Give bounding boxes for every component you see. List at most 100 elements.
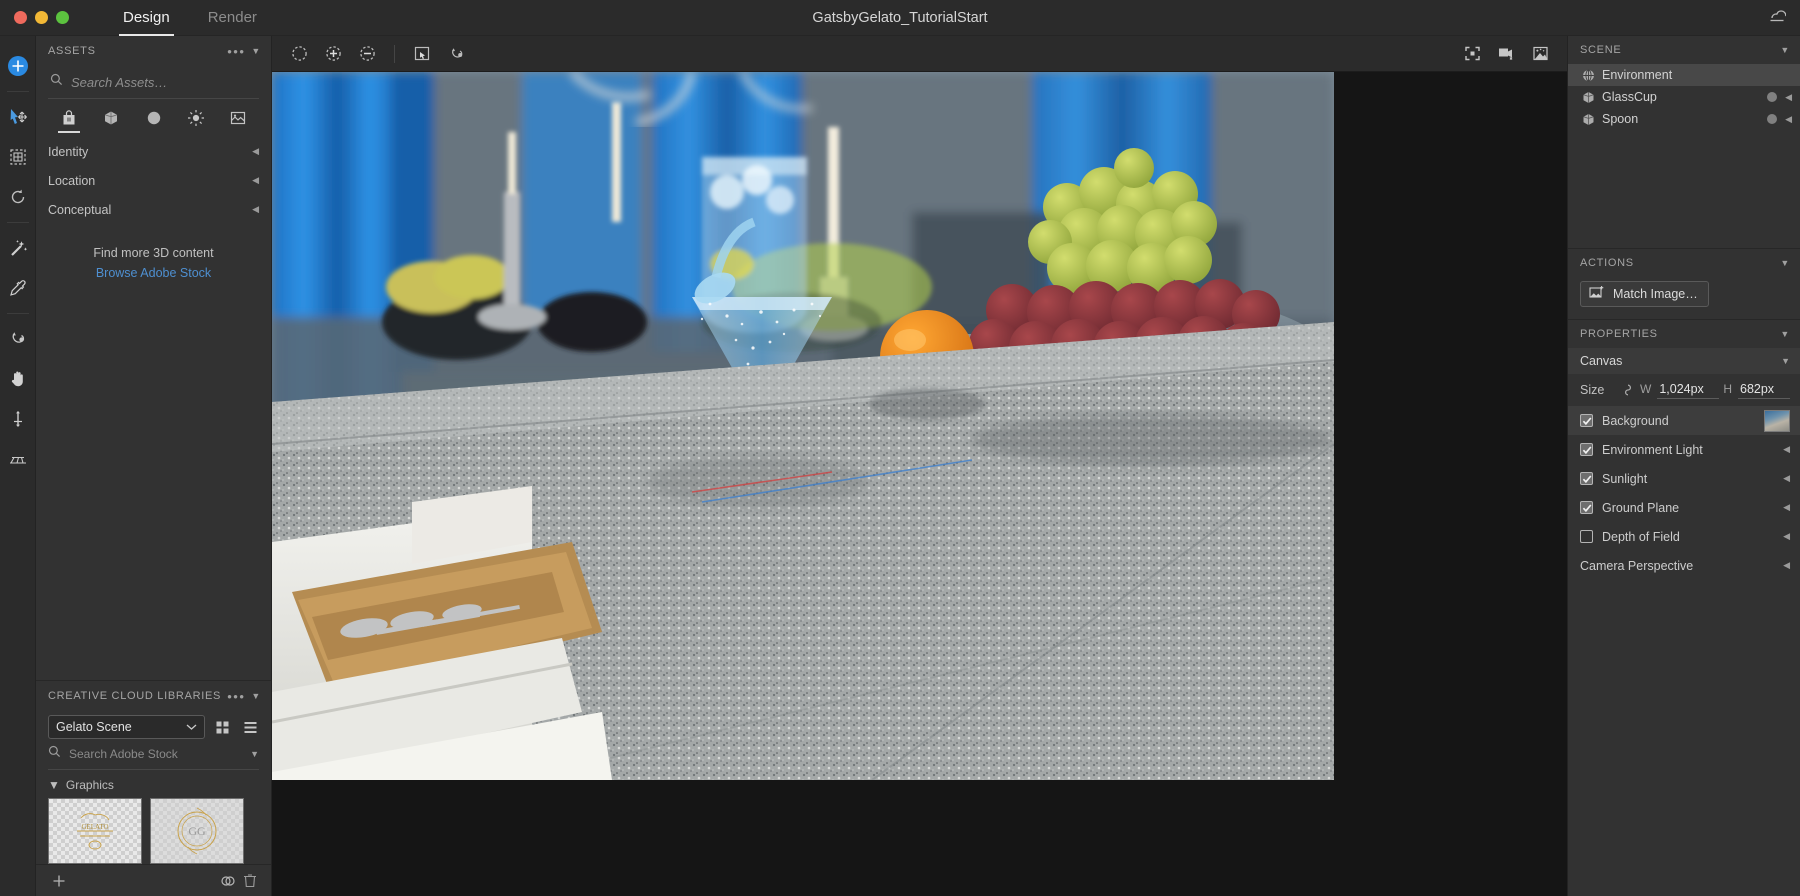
graphic-thumb-2[interactable]: GG xyxy=(150,798,244,864)
add-to-selection-tool[interactable] xyxy=(318,41,348,67)
chevron-left-icon[interactable]: ◀ xyxy=(1785,92,1792,103)
creative-cloud-icon[interactable] xyxy=(217,870,239,892)
height-key: H xyxy=(1723,382,1732,396)
rotate-tool[interactable] xyxy=(0,177,36,217)
property-ground-plane[interactable]: Ground Plane ◀ xyxy=(1568,493,1800,522)
select-object-tool[interactable] xyxy=(407,41,437,67)
trash-icon[interactable] xyxy=(239,870,261,892)
graphics-group-header[interactable]: ▼ Graphics xyxy=(36,770,271,796)
cat-tab-models[interactable] xyxy=(48,109,90,133)
subtract-from-selection-tool[interactable] xyxy=(352,41,382,67)
tab-render[interactable]: Render xyxy=(192,0,273,36)
chevron-left-icon[interactable]: ◀ xyxy=(1783,560,1790,571)
property-background[interactable]: Background xyxy=(1568,406,1800,435)
chevron-left-icon[interactable]: ◀ xyxy=(1783,473,1790,484)
app-body: ASSETS ••• ▼ Search Assets… Identity ◀ L… xyxy=(0,36,1800,896)
select-material-tool[interactable] xyxy=(441,41,471,67)
thumb-artwork: GELATO xyxy=(49,799,141,863)
library-dropdown[interactable]: Gelato Scene xyxy=(48,715,205,739)
chevron-left-icon[interactable]: ◀ xyxy=(1783,531,1790,542)
background-checkbox[interactable] xyxy=(1580,414,1593,427)
cat-tab-lights[interactable] xyxy=(175,109,217,133)
magic-wand-tool[interactable] xyxy=(0,228,36,268)
canvas-section-header[interactable]: Canvas ▼ xyxy=(1568,348,1800,374)
library-search-filter-caret[interactable]: ▼ xyxy=(250,749,259,759)
plus-icon[interactable] xyxy=(48,870,70,892)
material-drop-tool[interactable] xyxy=(0,319,36,359)
asset-row-conceptual[interactable]: Conceptual ◀ xyxy=(36,195,271,224)
graphic-thumb-1[interactable]: GELATO xyxy=(48,798,142,864)
creative-cloud-icon[interactable] xyxy=(1769,7,1787,29)
eyedropper-tool[interactable] xyxy=(0,268,36,308)
cube-icon xyxy=(1582,91,1595,104)
select-marquee-tool[interactable] xyxy=(284,41,314,67)
grid-view-icon[interactable] xyxy=(211,716,233,738)
asset-row-location[interactable]: Location ◀ xyxy=(36,166,271,195)
background-thumbnail[interactable] xyxy=(1764,409,1790,432)
camera-view-button[interactable] xyxy=(1491,41,1521,67)
cat-tab-shapes[interactable] xyxy=(90,109,132,133)
scene-item-spoon[interactable]: Spoon ◀ xyxy=(1568,108,1800,130)
fit-to-screen-button[interactable] xyxy=(1457,41,1487,67)
size-label: Size xyxy=(1580,383,1605,397)
property-camera-perspective[interactable]: Camera Perspective ◀ xyxy=(1568,551,1800,580)
chevron-left-icon[interactable]: ◀ xyxy=(1783,502,1790,513)
svg-text:GELATO: GELATO xyxy=(81,823,108,831)
canvas-render[interactable] xyxy=(272,72,1334,780)
libraries-more-menu[interactable]: ••• xyxy=(221,689,251,704)
match-image-button[interactable]: Match Image… xyxy=(1580,281,1709,307)
cat-tab-materials[interactable] xyxy=(132,109,174,133)
libraries-panel-header: CREATIVE CLOUD LIBRARIES ••• ▼ xyxy=(36,681,271,711)
tab-render-label: Render xyxy=(207,9,257,26)
scale-tool[interactable] xyxy=(0,137,36,177)
search-assets-input[interactable] xyxy=(71,74,257,90)
canvas-width-field[interactable]: W 1,024px xyxy=(1640,381,1720,399)
assets-more-menu[interactable]: ••• xyxy=(221,44,251,59)
assets-collapse-caret[interactable]: ▼ xyxy=(251,46,261,56)
ground-plane-checkbox[interactable] xyxy=(1580,501,1593,514)
library-thumbnails: GELATO GG xyxy=(36,796,271,864)
property-depth-of-field[interactable]: Depth of Field ◀ xyxy=(1568,522,1800,551)
anchor-tool[interactable] xyxy=(0,399,36,439)
scene-item-environment[interactable]: Environment xyxy=(1568,64,1800,86)
pan-tool[interactable] xyxy=(0,359,36,399)
asset-row-conceptual-label: Conceptual xyxy=(48,202,112,217)
width-value[interactable]: 1,024px xyxy=(1657,381,1720,399)
chevron-left-icon[interactable]: ◀ xyxy=(1785,114,1792,125)
maximize-button[interactable] xyxy=(56,11,69,24)
viewport-3d[interactable] xyxy=(272,72,1567,896)
close-button[interactable] xyxy=(14,11,27,24)
property-sunlight[interactable]: Sunlight ◀ xyxy=(1568,464,1800,493)
chevron-left-icon[interactable]: ◀ xyxy=(1783,444,1790,455)
depth-of-field-checkbox[interactable] xyxy=(1580,530,1593,543)
actions-collapse-caret[interactable]: ▼ xyxy=(1780,258,1790,268)
libraries-collapse-caret[interactable]: ▼ xyxy=(251,691,261,701)
canvas-height-field[interactable]: H 682px xyxy=(1723,381,1790,399)
tab-design[interactable]: Design xyxy=(107,0,186,36)
assets-panel-empty-space xyxy=(36,280,271,680)
minimize-button[interactable] xyxy=(35,11,48,24)
material-sphere-icon[interactable] xyxy=(1766,91,1778,103)
list-view-icon[interactable] xyxy=(239,716,261,738)
ground-plane-tool[interactable] xyxy=(0,439,36,479)
sunlight-checkbox[interactable] xyxy=(1580,472,1593,485)
link-chain-icon[interactable] xyxy=(1619,383,1636,397)
asset-category-tabs xyxy=(36,99,271,133)
asset-row-identity[interactable]: Identity ◀ xyxy=(36,137,271,166)
canvas-collapse-caret[interactable]: ▼ xyxy=(1781,356,1790,366)
tab-design-label: Design xyxy=(123,9,170,26)
browse-adobe-stock-link[interactable]: Browse Adobe Stock xyxy=(36,266,271,280)
material-sphere-icon[interactable] xyxy=(1766,113,1778,125)
object-add-tool[interactable] xyxy=(0,46,36,86)
render-preview-button[interactable] xyxy=(1525,41,1555,67)
actions-panel-header: ACTIONS ▼ xyxy=(1568,249,1800,277)
cat-tab-environments[interactable] xyxy=(217,109,259,133)
select-move-tool[interactable] xyxy=(0,97,36,137)
property-environment-light[interactable]: Environment Light ◀ xyxy=(1568,435,1800,464)
scene-collapse-caret[interactable]: ▼ xyxy=(1780,45,1790,55)
properties-collapse-caret[interactable]: ▼ xyxy=(1780,329,1790,339)
height-value[interactable]: 682px xyxy=(1738,381,1790,399)
scene-item-glasscup[interactable]: GlassCup ◀ xyxy=(1568,86,1800,108)
search-adobe-stock-input[interactable] xyxy=(69,747,243,761)
environment-light-checkbox[interactable] xyxy=(1580,443,1593,456)
